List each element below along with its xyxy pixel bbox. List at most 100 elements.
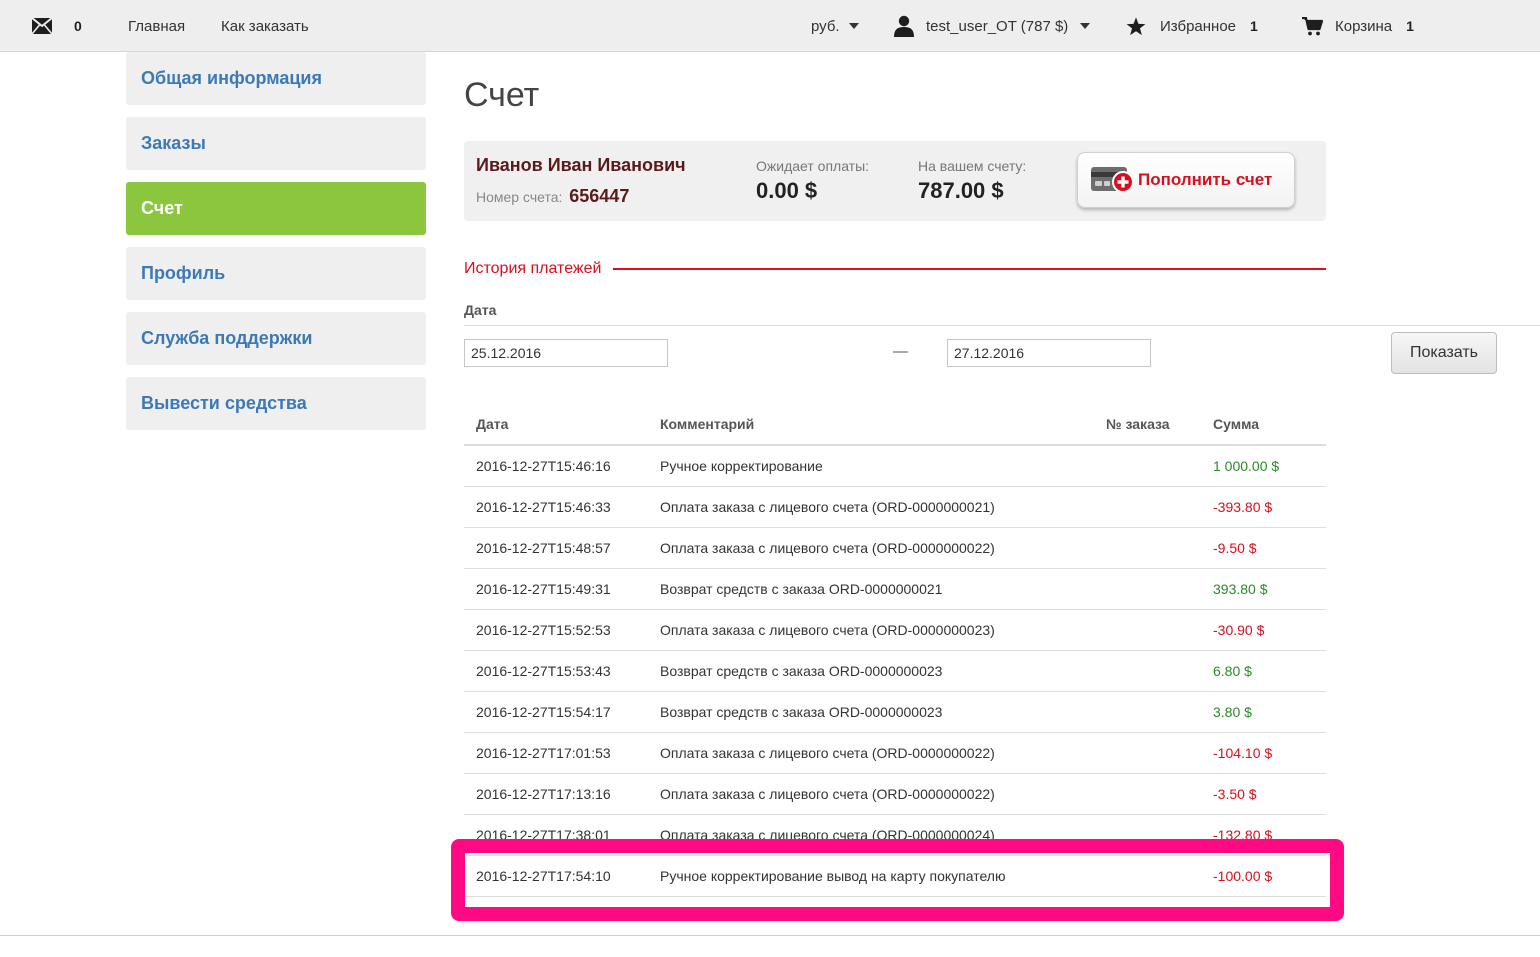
row-comment: Оплата заказа с лицевого счета (ORD-0000…	[660, 745, 995, 761]
column-header-date: Дата	[476, 416, 509, 432]
row-date: 2016-12-27T15:46:16	[476, 458, 611, 474]
date-filter-divider	[464, 325, 1540, 326]
credit-card-plus-icon	[1090, 164, 1134, 196]
favorites-label: Избранное	[1160, 17, 1237, 35]
table-header-row: Дата Комментарий № заказа Сумма	[464, 404, 1326, 446]
payment-history-title: История платежей	[464, 260, 602, 277]
row-date: 2016-12-27T15:48:57	[476, 540, 611, 556]
sidebar-item-general-info[interactable]: Общая информация	[126, 52, 426, 105]
account-summary-card: Иванов Иван Иванович Номер счета: 656447…	[464, 141, 1326, 221]
sidebar-item-account[interactable]: Счет	[126, 182, 426, 235]
row-sum: 393.80 $	[1213, 581, 1268, 597]
column-header-comment: Комментарий	[660, 416, 755, 432]
sidebar-item-orders[interactable]: Заказы	[126, 117, 426, 170]
cart-link[interactable]: Корзина 1	[1302, 0, 1414, 52]
favorites-link[interactable]: Избранное 1	[1126, 0, 1258, 52]
table-row: 2016-12-27T15:48:57 Оплата заказа с лице…	[464, 528, 1326, 569]
user-menu-dropdown[interactable]: test_user_OT (787 $)	[893, 0, 1091, 52]
row-comment: Оплата заказа с лицевого счета (ORD-0000…	[660, 540, 995, 556]
row-date: 2016-12-27T15:52:53	[476, 622, 611, 638]
table-row: 2016-12-27T15:46:16 Ручное корректирован…	[464, 446, 1326, 487]
row-date: 2016-12-27T17:13:16	[476, 786, 611, 802]
date-from-input[interactable]	[464, 339, 668, 367]
row-date: 2016-12-27T17:38:01	[476, 827, 611, 843]
row-date: 2016-12-27T15:46:33	[476, 499, 611, 515]
cart-label: Корзина	[1335, 17, 1393, 35]
show-history-button[interactable]: Показать	[1391, 332, 1497, 374]
row-comment: Ручное корректирование	[660, 458, 823, 474]
top-up-account-button[interactable]: Пополнить счет	[1077, 152, 1295, 208]
row-comment: Возврат средств с заказа ORD-0000000023	[660, 663, 943, 679]
account-number: 656447	[569, 186, 630, 206]
row-sum: 3.80 $	[1213, 704, 1252, 720]
row-comment: Ручное корректирование вывод на карту по…	[660, 868, 1006, 884]
table-row: 2016-12-27T15:52:53 Оплата заказа с лице…	[464, 610, 1326, 651]
top-up-account-label: Пополнить счет	[1138, 170, 1273, 189]
column-header-sum: Сумма	[1213, 416, 1260, 432]
page-bottom-divider	[0, 935, 1540, 936]
messages-count: 0	[74, 18, 82, 34]
nav-how-to-order-link[interactable]: Как заказать	[221, 0, 309, 52]
row-comment: Возврат средств с заказа ORD-0000000021	[660, 581, 943, 597]
favorites-count: 1	[1250, 18, 1258, 34]
table-row: 2016-12-27T17:38:01 Оплата заказа с лице…	[464, 815, 1326, 856]
pending-payment-value: 0.00 $	[756, 178, 818, 203]
nav-home-link[interactable]: Главная	[128, 0, 185, 52]
pending-payment-stat: Ожидает оплаты: 0.00 $	[756, 158, 869, 204]
row-sum: -393.80 $	[1213, 499, 1273, 515]
account-holder-name: Иванов Иван Иванович	[476, 155, 686, 175]
row-date: 2016-12-27T15:54:17	[476, 704, 611, 720]
table-row: 2016-12-27T17:13:16 Оплата заказа с лице…	[464, 774, 1326, 815]
top-navbar: 0 Главная Как заказать руб. test_user_OT…	[0, 0, 1540, 52]
row-sum: -30.90 $	[1213, 622, 1265, 638]
chevron-down-icon	[848, 23, 859, 29]
envelope-icon	[32, 18, 52, 34]
section-divider	[613, 268, 1326, 270]
row-sum: -9.50 $	[1213, 540, 1257, 556]
user-icon	[893, 15, 915, 37]
currency-dropdown[interactable]: руб.	[811, 0, 859, 52]
sidebar-menu: Общая информация Заказы Счет Профиль Слу…	[126, 52, 426, 442]
row-sum: -132.80 $	[1213, 827, 1273, 843]
row-comment: Оплата заказа с лицевого счета (ORD-0000…	[660, 786, 995, 802]
table-row: 2016-12-27T17:01:53 Оплата заказа с лице…	[464, 733, 1326, 774]
chevron-down-icon	[1080, 23, 1091, 29]
cart-count: 1	[1406, 18, 1414, 34]
row-comment: Оплата заказа с лицевого счета (ORD-0000…	[660, 499, 995, 515]
table-row: 2016-12-27T15:49:31 Возврат средств с за…	[464, 569, 1326, 610]
row-date: 2016-12-27T15:53:43	[476, 663, 611, 679]
row-comment: Возврат средств с заказа ORD-0000000023	[660, 704, 943, 720]
account-number-row: Номер счета: 656447	[476, 186, 629, 207]
balance-label: На вашем счету:	[918, 158, 1027, 174]
balance-stat: На вашем счету: 787.00 $	[918, 158, 1026, 204]
date-filter-label: Дата	[464, 302, 497, 318]
payment-history-table: Дата Комментарий № заказа Сумма 2016-12-…	[464, 404, 1326, 897]
row-comment: Оплата заказа с лицевого счета (ORD-0000…	[660, 827, 995, 843]
balance-value: 787.00 $	[918, 178, 1004, 203]
sidebar-item-withdraw[interactable]: Вывести средства	[126, 377, 426, 430]
row-date: 2016-12-27T17:54:10	[476, 868, 611, 884]
date-range-separator: —	[893, 343, 908, 360]
row-sum: -104.10 $	[1213, 745, 1273, 761]
date-to-input[interactable]	[947, 339, 1151, 367]
payment-history-header: История платежей	[464, 258, 1326, 280]
row-sum: -100.00 $	[1213, 868, 1273, 884]
sidebar-item-profile[interactable]: Профиль	[126, 247, 426, 300]
cart-icon	[1302, 16, 1323, 36]
currency-label: руб.	[811, 17, 840, 35]
row-date: 2016-12-27T17:01:53	[476, 745, 611, 761]
row-date: 2016-12-27T15:49:31	[476, 581, 611, 597]
messages-link[interactable]: 0	[32, 0, 82, 52]
account-number-label: Номер счета:	[476, 189, 563, 205]
user-name-label: test_user_OT (787 $)	[926, 17, 1069, 35]
table-row: 2016-12-27T15:46:33 Оплата заказа с лице…	[464, 487, 1326, 528]
sidebar-item-support[interactable]: Служба поддержки	[126, 312, 426, 365]
star-icon	[1126, 16, 1146, 36]
row-sum: 1 000.00 $	[1213, 458, 1280, 474]
pending-payment-label: Ожидает оплаты:	[756, 158, 870, 174]
row-comment: Оплата заказа с лицевого счета (ORD-0000…	[660, 622, 995, 638]
table-row: 2016-12-27T15:54:17 Возврат средств с за…	[464, 692, 1326, 733]
table-row: 2016-12-27T15:53:43 Возврат средств с за…	[464, 651, 1326, 692]
table-row-highlighted: 2016-12-27T17:54:10 Ручное корректирован…	[464, 856, 1326, 897]
row-sum: -3.50 $	[1213, 786, 1257, 802]
